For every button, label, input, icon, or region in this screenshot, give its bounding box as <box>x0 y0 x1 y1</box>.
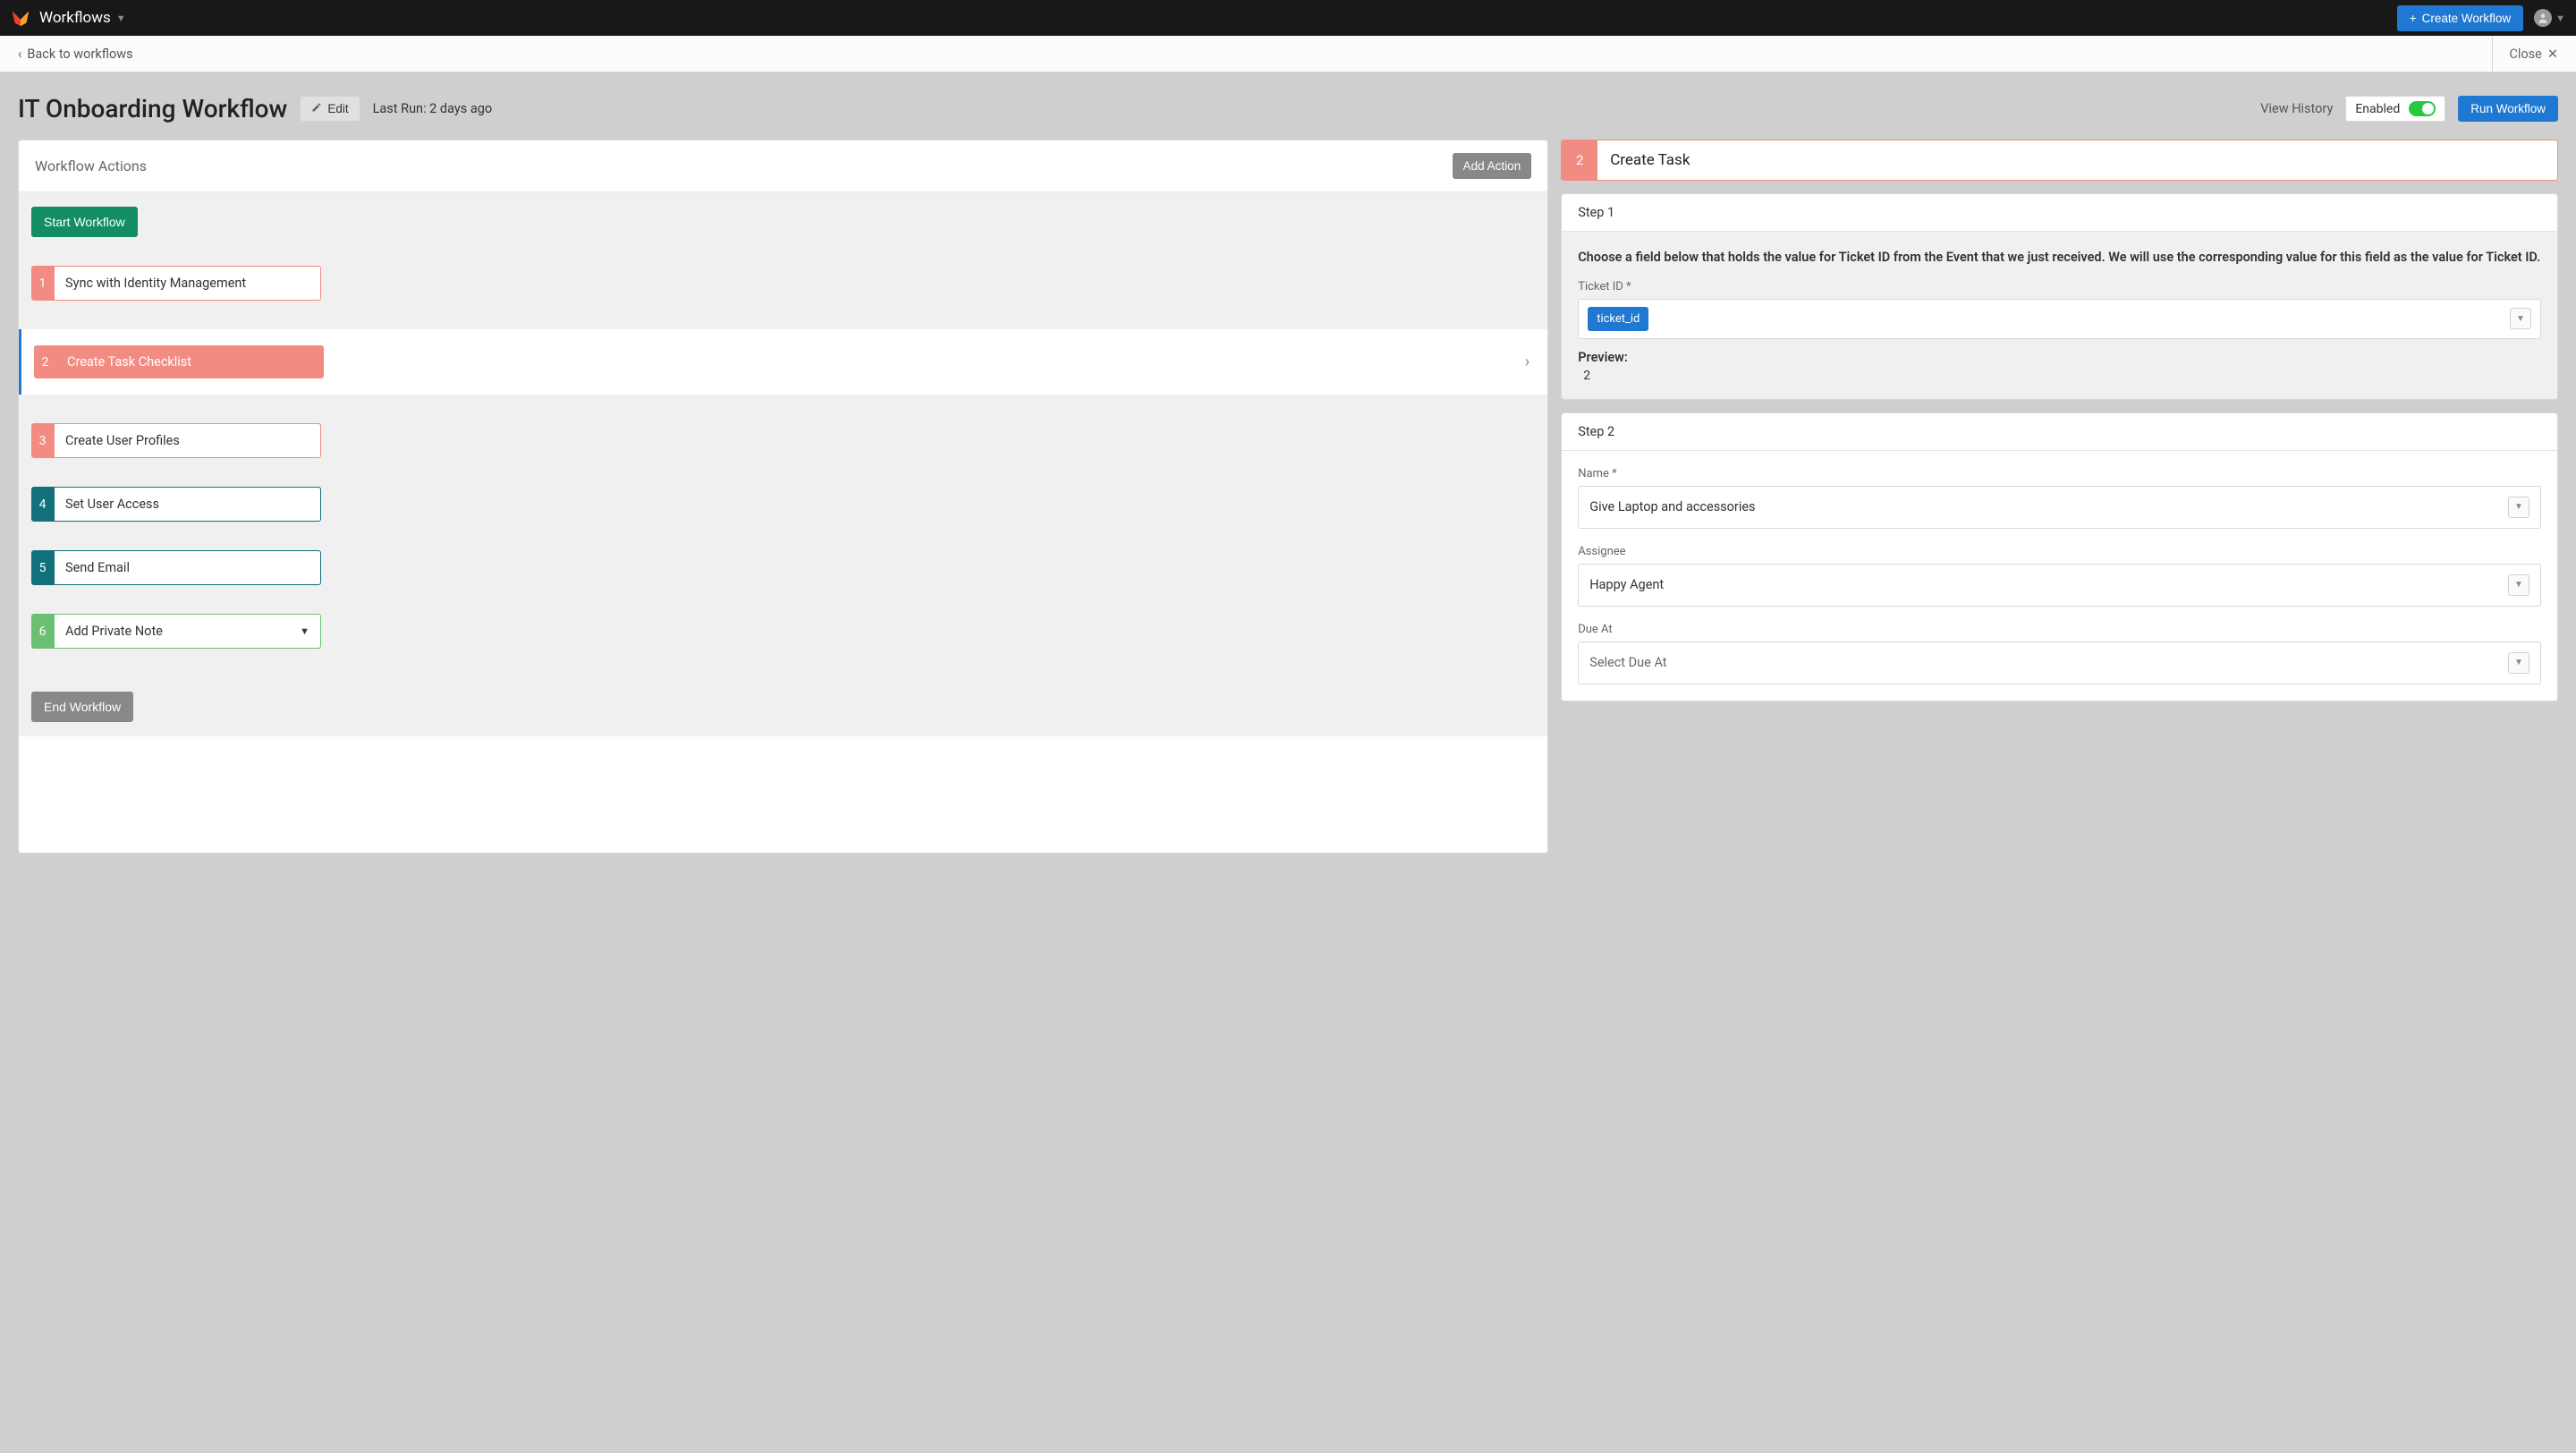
chevron-left-icon: ‹ <box>18 47 21 62</box>
step-2-body: Name * Give Laptop and accessories ▼ Ass… <box>1562 451 2557 701</box>
action-number: 5 <box>31 550 54 585</box>
action-item-create-task-checklist[interactable]: 2 Create Task Checklist › <box>19 329 1547 395</box>
action-label: Add Private Note ▼ <box>54 614 321 649</box>
due-at-label: Due At <box>1578 623 2541 636</box>
avatar-icon <box>2534 9 2552 27</box>
action-number: 2 <box>34 345 56 378</box>
close-icon: ✕ <box>2547 47 2558 62</box>
user-menu[interactable]: ▼ <box>2534 9 2565 27</box>
due-at-select[interactable]: Select Due At ▼ <box>1578 642 2541 684</box>
assignee-group: Assignee Happy Agent ▼ <box>1578 545 2541 607</box>
action-number: 3 <box>31 423 54 458</box>
name-value: Give Laptop and accessories <box>1589 499 1755 514</box>
header-left: IT Onboarding Workflow Edit Last Run: 2 … <box>18 94 492 123</box>
ticket-id-chip: ticket_id <box>1588 307 1648 331</box>
create-workflow-label: Create Workflow <box>2422 12 2512 25</box>
action-label: Sync with Identity Management <box>54 266 321 301</box>
chevron-down-icon: ▼ <box>300 625 309 637</box>
edit-button[interactable]: Edit <box>300 96 360 122</box>
action-selected-pill: 2 Create Task Checklist <box>34 345 324 378</box>
page-title: IT Onboarding Workflow <box>18 94 287 123</box>
step-1-header: Step 1 <box>1562 194 2557 232</box>
action-label: Set User Access <box>54 487 321 522</box>
enabled-toggle-box: Enabled <box>2345 96 2445 122</box>
enabled-label: Enabled <box>2355 102 2400 116</box>
preview-label: Preview: <box>1578 350 2541 365</box>
content-row: Workflow Actions Add Action Start Workfl… <box>0 140 2576 871</box>
due-at-group: Due At Select Due At ▼ <box>1578 623 2541 684</box>
edit-label: Edit <box>327 102 348 115</box>
close-label: Close <box>2509 47 2541 62</box>
actions-panel-title: Workflow Actions <box>35 157 147 174</box>
chevron-right-icon: › <box>1525 353 1535 371</box>
preview-value: 2 <box>1583 369 2541 383</box>
action-label: Send Email <box>54 550 321 585</box>
ticket-id-select[interactable]: ticket_id ▼ <box>1578 299 2541 339</box>
header-right: View History Enabled Run Workflow <box>2260 96 2558 122</box>
action-item-create-user-profiles[interactable]: 3 Create User Profiles <box>31 423 321 458</box>
last-run-text: Last Run: 2 days ago <box>373 101 493 116</box>
assignee-select[interactable]: Happy Agent ▼ <box>1578 564 2541 607</box>
create-workflow-button[interactable]: + Create Workflow <box>2397 5 2523 31</box>
plus-icon: + <box>2410 12 2417 25</box>
topbar-right: + Create Workflow ▼ <box>2397 5 2565 31</box>
assignee-value: Happy Agent <box>1589 577 1664 592</box>
chevron-down-icon: ▼ <box>116 13 126 24</box>
actions-panel-header: Workflow Actions Add Action <box>19 140 1547 192</box>
back-label: Back to workflows <box>27 47 132 62</box>
add-action-button[interactable]: Add Action <box>1453 153 1532 179</box>
page-header: IT Onboarding Workflow Edit Last Run: 2 … <box>0 72 2576 140</box>
actions-list: Start Workflow 1 Sync with Identity Mana… <box>19 192 1547 736</box>
workflow-actions-panel: Workflow Actions Add Action Start Workfl… <box>18 140 1548 854</box>
run-workflow-button[interactable]: Run Workflow <box>2458 96 2558 122</box>
action-detail-panel: 2 Create Task Step 1 Choose a field belo… <box>1561 140 2558 701</box>
name-select[interactable]: Give Laptop and accessories ▼ <box>1578 486 2541 529</box>
action-item-send-email[interactable]: 5 Send Email <box>31 550 321 585</box>
start-workflow-button[interactable]: Start Workflow <box>31 207 138 237</box>
breadcrumb-bar: ‹ Back to workflows Close ✕ <box>0 36 2576 72</box>
action-item-add-private-note[interactable]: 6 Add Private Note ▼ <box>31 614 321 649</box>
action-item-set-user-access[interactable]: 4 Set User Access <box>31 487 321 522</box>
action-number: 1 <box>31 266 54 301</box>
run-workflow-label: Run Workflow <box>2470 102 2546 115</box>
section-switcher[interactable]: Workflows ▼ <box>39 9 126 27</box>
end-workflow-button[interactable]: End Workflow <box>31 692 133 722</box>
chevron-down-icon: ▼ <box>2508 652 2529 674</box>
close-button[interactable]: Close ✕ <box>2492 36 2558 72</box>
detail-number: 2 <box>1562 140 1597 180</box>
back-to-workflows-link[interactable]: ‹ Back to workflows <box>18 47 133 62</box>
action-label: Create User Profiles <box>54 423 321 458</box>
action-item-sync-identity[interactable]: 1 Sync with Identity Management <box>31 266 321 301</box>
section-name: Workflows <box>39 9 111 27</box>
action-number: 4 <box>31 487 54 522</box>
assignee-label: Assignee <box>1578 545 2541 558</box>
name-group: Name * Give Laptop and accessories ▼ <box>1578 467 2541 529</box>
due-at-placeholder: Select Due At <box>1589 655 1666 670</box>
app-logo-icon <box>11 8 30 28</box>
pencil-icon <box>311 102 322 115</box>
step-1-instruction: Choose a field below that holds the valu… <box>1578 248 2541 268</box>
step-2-header: Step 2 <box>1562 413 2557 451</box>
chevron-down-icon: ▼ <box>2510 308 2531 329</box>
enabled-toggle[interactable] <box>2409 101 2436 116</box>
chevron-down-icon: ▼ <box>2508 497 2529 518</box>
step-1-card: Step 1 Choose a field below that holds t… <box>1561 193 2558 400</box>
detail-title: Create Task <box>1597 140 1702 180</box>
chevron-down-icon: ▼ <box>2555 13 2565 24</box>
topbar: Workflows ▼ + Create Workflow ▼ <box>0 0 2576 36</box>
detail-header: 2 Create Task <box>1561 140 2558 181</box>
view-history-link[interactable]: View History <box>2260 101 2333 116</box>
chevron-down-icon: ▼ <box>2508 574 2529 596</box>
topbar-left: Workflows ▼ <box>11 8 126 28</box>
step-1-body: Choose a field below that holds the valu… <box>1562 232 2557 399</box>
name-label: Name * <box>1578 467 2541 480</box>
action-label: Create Task Checklist <box>56 345 324 378</box>
action-number: 6 <box>31 614 54 649</box>
ticket-id-label: Ticket ID * <box>1578 280 2541 293</box>
step-2-card: Step 2 Name * Give Laptop and accessorie… <box>1561 412 2558 701</box>
